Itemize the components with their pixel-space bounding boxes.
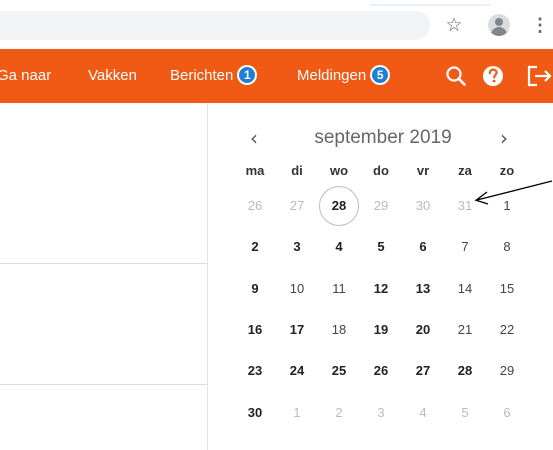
calendar-day-today[interactable]: 28 (319, 186, 359, 226)
calendar-day[interactable]: 3 (277, 227, 317, 267)
calendar-day[interactable]: 12 (361, 269, 401, 309)
calendar-day[interactable]: 26 (235, 186, 275, 226)
star-icon[interactable]: ☆ (444, 15, 464, 35)
nav-meldingen[interactable]: Meldingen 5 (297, 49, 391, 103)
prev-month-button[interactable]: ‹ (250, 123, 258, 153)
calendar-day[interactable]: 6 (403, 227, 443, 267)
calendar-day[interactable]: 5 (445, 393, 485, 433)
calendar-day[interactable]: 4 (403, 393, 443, 433)
calendar-day[interactable]: 17 (277, 310, 317, 350)
calendar-title: september 2019 (314, 127, 452, 148)
calendar-day[interactable]: 2 (235, 227, 275, 267)
nav-ga-naar[interactable]: Ga naar (0, 49, 51, 103)
calendar-day[interactable]: 10 (277, 269, 317, 309)
calendar-day[interactable]: 11 (319, 269, 359, 309)
calendar-day[interactable]: 15 (487, 269, 527, 309)
calendar-day[interactable]: 30 (235, 393, 275, 433)
profile-icon[interactable] (488, 14, 510, 36)
nav-berichten[interactable]: Berichten 1 (170, 49, 258, 103)
nav-berichten-label: Berichten (170, 67, 234, 84)
calendar-day[interactable]: 22 (487, 310, 527, 350)
calendar-day[interactable]: 30 (403, 186, 443, 226)
calendar-day[interactable]: 1 (277, 393, 317, 433)
calendar-day[interactable]: 14 (445, 269, 485, 309)
help-icon[interactable] (482, 49, 506, 103)
annotation-arrow-icon (474, 180, 553, 205)
calendar-day[interactable]: 18 (319, 310, 359, 350)
calendar-day[interactable]: 27 (277, 186, 317, 226)
browser-toolbar: ☆ ⋮ (0, 0, 553, 48)
calendar-day[interactable]: 7 (445, 227, 485, 267)
calendar-day[interactable]: 6 (487, 393, 527, 433)
calendar-day[interactable]: 20 (403, 310, 443, 350)
address-bar[interactable] (0, 11, 430, 40)
next-month-button[interactable]: › (500, 123, 508, 153)
meldingen-count-badge: 5 (370, 65, 391, 86)
nav-meldingen-label: Meldingen (297, 67, 367, 84)
calendar-day[interactable]: 8 (487, 227, 527, 267)
list-divider (0, 263, 207, 264)
calendar-day[interactable]: 21 (445, 310, 485, 350)
calendar-day[interactable]: 23 (235, 351, 275, 391)
toolbar-highlight (370, 4, 490, 6)
calendar-day[interactable]: 29 (487, 351, 527, 391)
calendar-widget: ‹ september 2019 › ma di wo do vr za zo … (208, 103, 553, 450)
calendar-day[interactable]: 26 (361, 351, 401, 391)
weekday-do: do (373, 163, 389, 178)
calendar-day[interactable]: 24 (277, 351, 317, 391)
calendar-day[interactable]: 3 (361, 393, 401, 433)
calendar-day[interactable]: 5 (361, 227, 401, 267)
calendar-day[interactable]: 4 (319, 227, 359, 267)
logout-icon[interactable] (526, 49, 553, 103)
calendar-day[interactable]: 2 (319, 393, 359, 433)
calendar-day[interactable]: 27 (403, 351, 443, 391)
calendar-day[interactable]: 29 (361, 186, 401, 226)
calendar-day[interactable]: 13 (403, 269, 443, 309)
berichten-count-badge: 1 (237, 65, 258, 86)
weekday-vr: vr (416, 163, 430, 178)
calendar-day[interactable]: 16 (235, 310, 275, 350)
list-divider (0, 384, 207, 385)
weekday-wo: wo (329, 163, 349, 178)
search-icon[interactable] (444, 49, 468, 103)
main-navbar: Ga naar Vakken Berichten 1 Meldingen 5 (0, 49, 553, 103)
calendar-day[interactable]: 9 (235, 269, 275, 309)
calendar-day[interactable]: 28 (445, 351, 485, 391)
nav-vakken[interactable]: Vakken (88, 49, 137, 103)
calendar-day[interactable]: 25 (319, 351, 359, 391)
weekday-ma: ma (245, 163, 265, 178)
calendar-day[interactable]: 19 (361, 310, 401, 350)
weekday-di: di (291, 163, 303, 178)
menu-dots-icon[interactable]: ⋮ (531, 15, 549, 35)
